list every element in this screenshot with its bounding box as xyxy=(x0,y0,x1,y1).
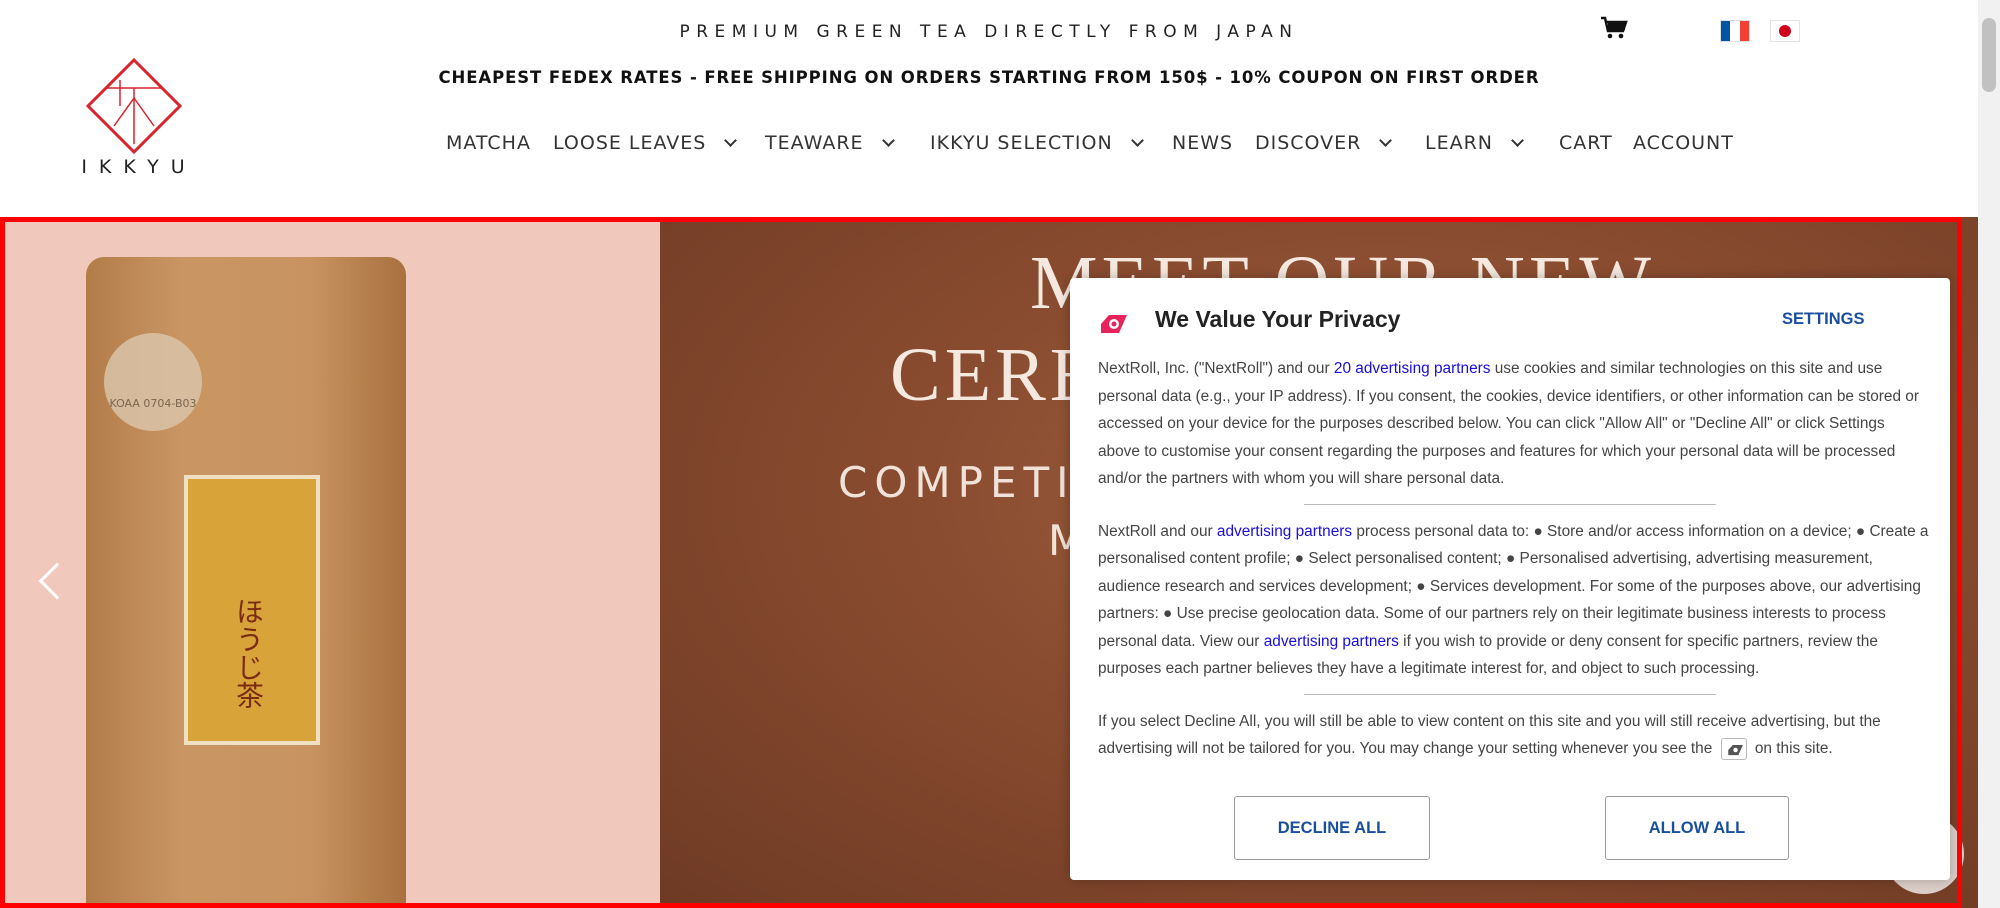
nextroll-settings-icon[interactable] xyxy=(1720,737,1747,760)
organic-seal-text: KOAA 0704-B03 xyxy=(109,397,197,410)
settings-button[interactable]: SETTINGS xyxy=(1782,310,1865,329)
privacy-dialog: We Value Your Privacy SETTINGS NextRoll,… xyxy=(1070,278,1950,880)
nav-label: ACCOUNT xyxy=(1633,132,1734,154)
chevron-down-icon xyxy=(881,133,895,147)
divider xyxy=(1304,503,1716,505)
nav-cart[interactable]: CART xyxy=(1559,132,1613,154)
chevron-down-icon xyxy=(1130,133,1144,147)
nav-teaware[interactable]: TEAWARE xyxy=(765,132,895,154)
decline-all-button[interactable]: DECLINE ALL xyxy=(1234,796,1430,860)
scrollbar-thumb[interactable] xyxy=(1982,18,1996,92)
chevron-down-icon xyxy=(724,133,738,147)
nav-account[interactable]: ACCOUNT xyxy=(1633,132,1734,154)
nav-matcha[interactable]: MATCHA xyxy=(446,132,531,154)
organic-seal xyxy=(104,333,202,431)
privacy-text: NextRoll and our xyxy=(1098,522,1217,540)
privacy-paragraph-3: If you select Decline All, you will stil… xyxy=(1098,708,1930,763)
advertising-partners-link[interactable]: 20 advertising partners xyxy=(1334,360,1491,377)
nav-label: NEWS xyxy=(1172,132,1234,154)
nav-loose-leaves[interactable]: LOOSE LEAVES xyxy=(553,132,738,154)
chevron-down-icon xyxy=(1379,133,1393,147)
hero-title-line2: CERE xyxy=(890,333,1101,417)
hero-subtitle-line1: COMPETI xyxy=(838,458,1076,507)
main-nav: MATCHA LOOSE LEAVES TEAWARE IKKYU SELECT… xyxy=(0,132,1978,158)
logo-text: IKKYU xyxy=(81,156,197,178)
nav-discover[interactable]: DISCOVER xyxy=(1255,132,1393,154)
chevron-down-icon xyxy=(1511,133,1524,147)
nextroll-logo-icon xyxy=(1101,315,1127,333)
nav-label: TEAWARE xyxy=(765,132,864,154)
privacy-body: NextRoll, Inc. ("NextRoll") and our 20 a… xyxy=(1098,355,1930,763)
page-scrollbar[interactable] xyxy=(1978,0,2000,908)
shipping-banner: CHEAPEST FEDEX RATES - FREE SHIPPING ON … xyxy=(438,68,1540,87)
nav-label: IKKYU SELECTION xyxy=(930,132,1113,154)
nav-label: DISCOVER xyxy=(1255,132,1362,154)
advertising-partners-link[interactable]: advertising partners xyxy=(1264,633,1399,650)
nav-label: CART xyxy=(1559,132,1613,154)
site-header: PREMIUM GREEN TEA DIRECTLY FROM JAPAN CH… xyxy=(0,0,1978,217)
divider xyxy=(1304,693,1716,695)
privacy-title: We Value Your Privacy xyxy=(1155,306,1401,332)
nav-label: MATCHA xyxy=(446,132,531,154)
tagline: PREMIUM GREEN TEA DIRECTLY FROM JAPAN xyxy=(679,22,1299,42)
nav-label: LOOSE LEAVES xyxy=(553,132,707,154)
privacy-text: on this site. xyxy=(1750,740,1833,757)
privacy-paragraph-2: NextRoll and our advertising partners pr… xyxy=(1098,518,1930,683)
allow-all-button[interactable]: ALLOW ALL xyxy=(1605,796,1789,860)
japan-flag-icon[interactable] xyxy=(1770,20,1800,42)
privacy-text: process personal data to: ● Store and/or… xyxy=(1098,522,1929,650)
nav-label: LEARN xyxy=(1425,132,1494,154)
privacy-text: use cookies and similar technologies on … xyxy=(1098,360,1919,487)
nav-learn[interactable]: LEARN xyxy=(1425,132,1524,154)
france-flag-icon[interactable] xyxy=(1720,20,1750,42)
tea-bag-label-text: ほうじ茶 xyxy=(232,597,265,709)
privacy-text: NextRoll, Inc. ("NextRoll") and our xyxy=(1098,360,1334,377)
privacy-paragraph-1: NextRoll, Inc. ("NextRoll") and our 20 a… xyxy=(1098,355,1930,493)
cart-icon[interactable] xyxy=(1600,16,1628,40)
nav-ikkyu-selection[interactable]: IKKYU SELECTION xyxy=(930,132,1144,154)
nav-news[interactable]: NEWS xyxy=(1172,132,1233,154)
advertising-partners-link[interactable]: advertising partners xyxy=(1217,523,1352,540)
